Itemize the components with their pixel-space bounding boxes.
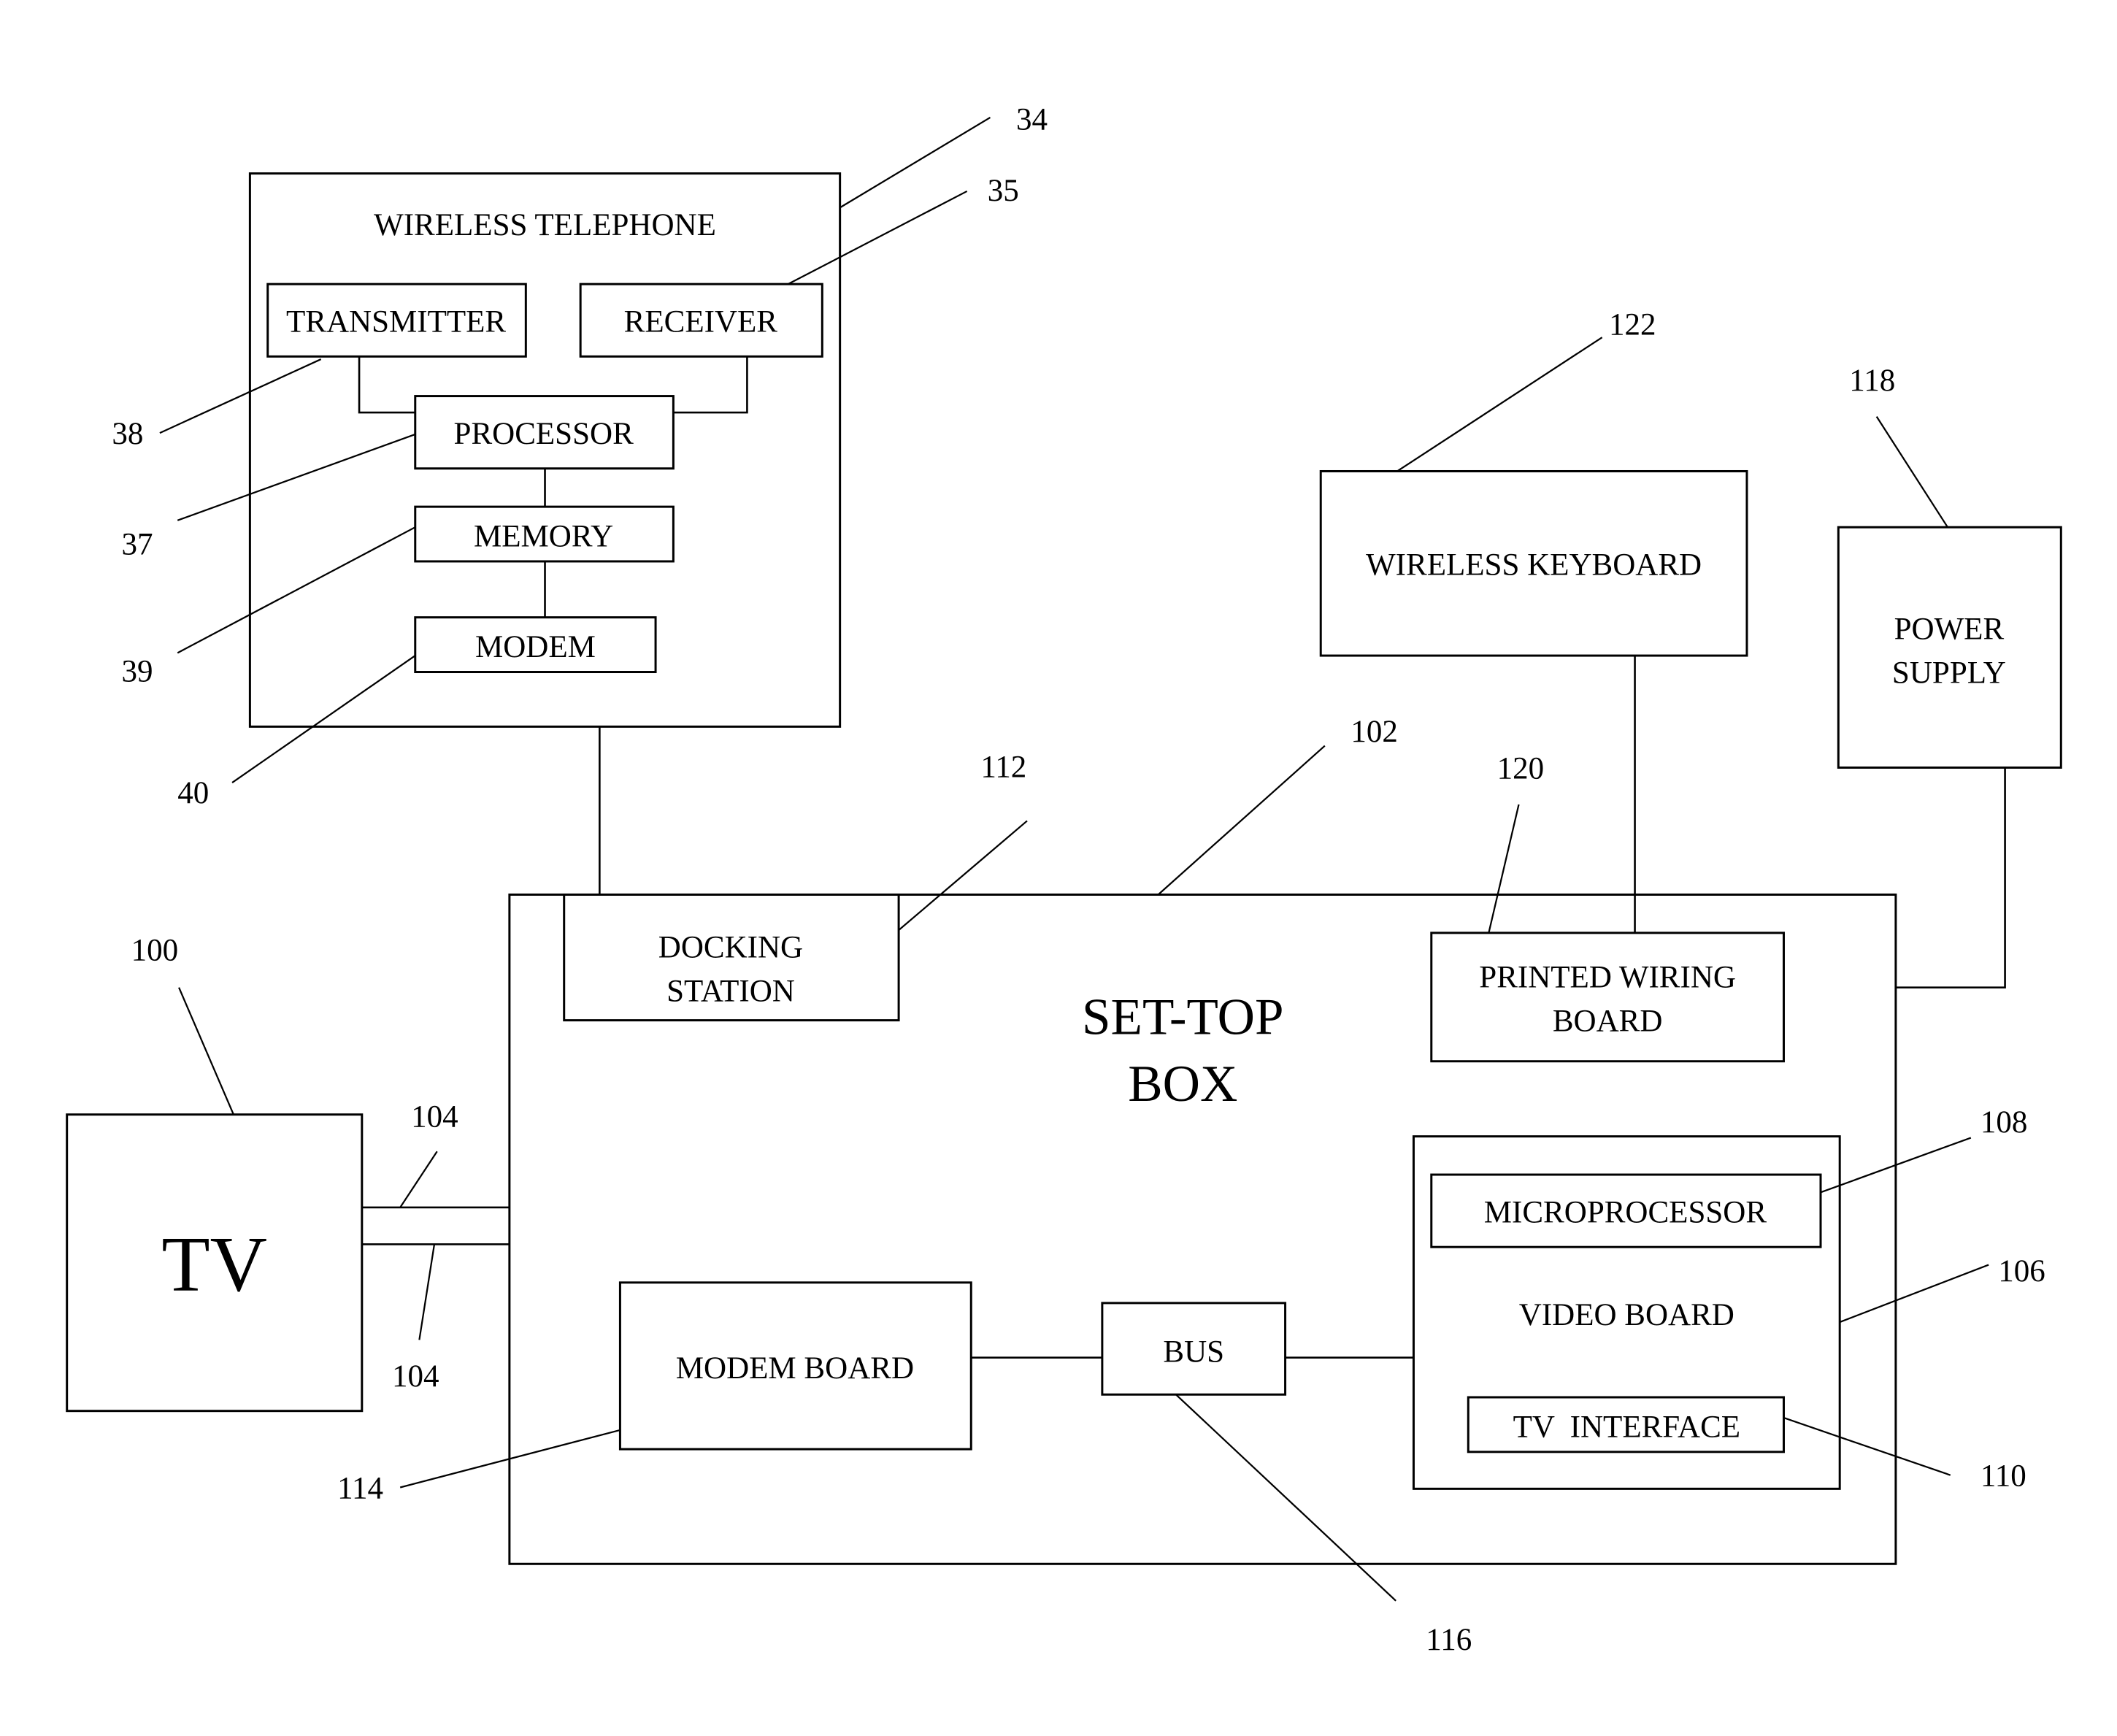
ref-112: 112 (980, 750, 1026, 785)
power-supply-box (1837, 526, 2062, 769)
modem-board-label: MODEM BOARD (676, 1351, 914, 1386)
power-supply-label-line2: SUPPLY (1892, 656, 2006, 690)
ref-100-leader (178, 987, 234, 1115)
ref-122: 122 (1609, 307, 1656, 342)
ref-104-top-leader (399, 1151, 438, 1208)
bus-label: BUS (1163, 1334, 1224, 1369)
ref-112-leader (898, 820, 1028, 931)
tv-interface-label: TV INTERFACE (1513, 1410, 1740, 1444)
set-top-box-label-line1: SET-TOP (1082, 988, 1284, 1045)
ref-104-bottom-leader (418, 1244, 436, 1340)
ref-34: 34 (1016, 103, 1048, 137)
wireless-telephone-label: WIRELESS TELEPHONE (374, 208, 716, 242)
ref-120: 120 (1497, 751, 1545, 786)
ref-102-leader (1157, 745, 1326, 896)
docking-station-label-line2: STATION (666, 974, 795, 1008)
ref-116-leader (1175, 1394, 1396, 1602)
ref-108: 108 (1980, 1105, 2028, 1140)
processor-label: PROCESSOR (454, 417, 634, 451)
wireless-keyboard-label: WIRELESS KEYBOARD (1366, 548, 1702, 583)
ref-37: 37 (122, 528, 153, 562)
ref-106-leader (1839, 1264, 1989, 1324)
receiver-label: RECEIVER (624, 305, 778, 339)
ref-38: 38 (112, 417, 143, 451)
block-diagram: WIRELESS TELEPHONE TRANSMITTER RECEIVER … (66, 103, 2062, 1657)
ref-40: 40 (177, 776, 209, 810)
tv-label: TV (161, 1221, 267, 1308)
printed-wiring-board-box (1430, 932, 1785, 1063)
ref-38-leader (159, 358, 322, 434)
ref-110: 110 (1980, 1459, 2026, 1494)
power-settop-wire (1895, 767, 2006, 989)
ref-116: 116 (1426, 1623, 1472, 1657)
ref-100: 100 (131, 933, 179, 967)
printed-wiring-board-label-line1: PRINTED WIRING (1479, 961, 1736, 995)
set-top-box-label-line2: BOX (1128, 1056, 1237, 1113)
transmitter-processor-wire (358, 356, 415, 414)
set-top-box-block: SET-TOP BOX DOCKING STATION PRINTED WIRI… (508, 893, 1897, 1565)
ref-110-leader (1783, 1417, 1951, 1476)
ref-39-leader (177, 526, 416, 654)
video-board-label: VIDEO BOARD (1519, 1298, 1734, 1332)
ref-118: 118 (1849, 364, 1895, 398)
ref-118-leader (1875, 416, 1948, 528)
transmitter-label: TRANSMITTER (286, 305, 506, 339)
printed-wiring-board-label-line2: BOARD (1553, 1005, 1663, 1039)
power-supply-label-line1: POWER (1894, 612, 2005, 647)
modem-label: MODEM (475, 630, 596, 664)
microprocessor-label: MICROPROCESSOR (1484, 1196, 1767, 1230)
ref-34-leader (840, 116, 991, 209)
ref-104-bottom: 104 (392, 1359, 439, 1394)
docking-station-label-line1: DOCKING (658, 931, 803, 965)
wireless-telephone-block: WIRELESS TELEPHONE TRANSMITTER RECEIVER … (248, 172, 842, 728)
ref-114: 114 (337, 1471, 383, 1505)
ref-122-leader (1396, 337, 1603, 472)
ref-40-leader (231, 655, 416, 783)
ref-120-leader (1488, 804, 1520, 934)
receiver-processor-wire (673, 356, 748, 414)
ref-39: 39 (122, 655, 153, 689)
ref-104-top: 104 (411, 1100, 458, 1134)
ref-35: 35 (988, 174, 1019, 208)
ref-37-leader (177, 433, 416, 521)
ref-35-leader (788, 190, 968, 285)
memory-label: MEMORY (474, 519, 613, 553)
ref-102: 102 (1350, 715, 1398, 749)
ref-106: 106 (1998, 1254, 2045, 1288)
